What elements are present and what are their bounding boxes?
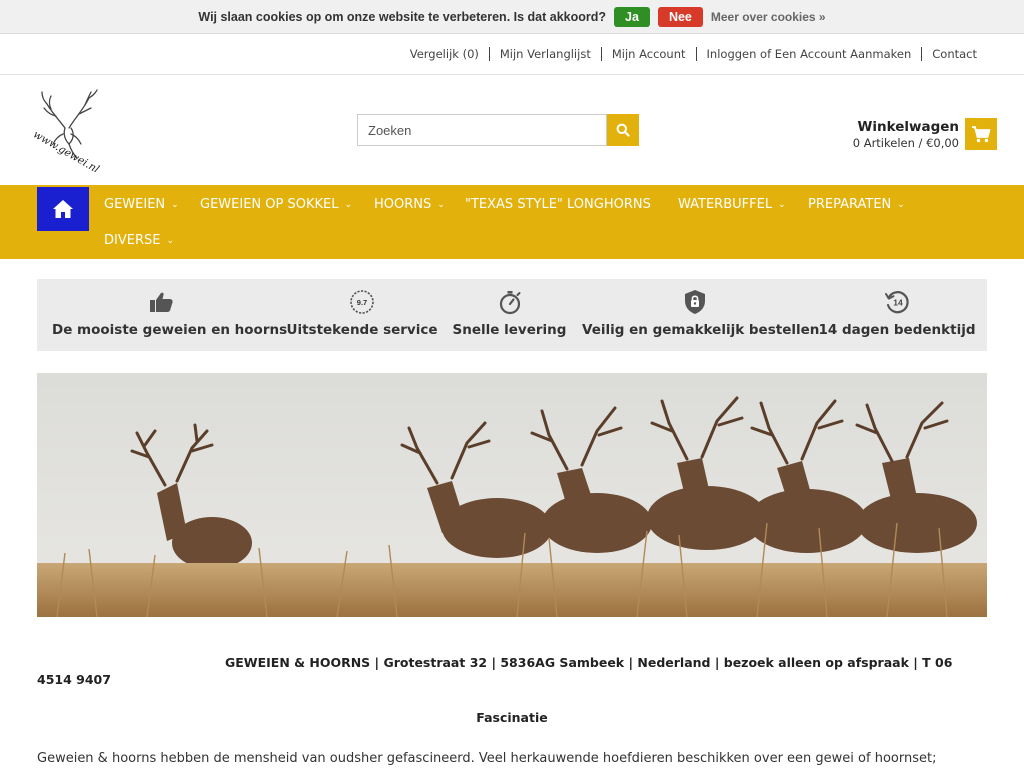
home-button[interactable]	[37, 187, 89, 231]
chevron-down-icon: ⌄	[166, 235, 174, 246]
site-logo[interactable]: www.gewei.nl	[25, 88, 109, 176]
return-14-icon: 14	[884, 289, 910, 315]
usp-item-delivery: Snelle levering	[447, 279, 572, 351]
usp-label: Uitstekende service	[286, 322, 438, 338]
main-nav: GEWEIEN ⌄ GEWEIEN OP SOKKEL ⌄ HOORNS ⌄ "TEX…	[0, 185, 1024, 259]
shopping-cart-icon	[972, 126, 991, 143]
login-register-link[interactable]: Inloggen of Een Account Aanmaken	[695, 47, 922, 61]
usp-item-service: 9.7 Uitstekende service	[282, 279, 442, 351]
usp-bar: De mooiste geweien en hoorns 9.7 Uitstek…	[37, 279, 987, 351]
thumbs-up-icon	[149, 289, 175, 315]
chevron-down-icon: ⌄	[437, 199, 445, 210]
wishlist-link[interactable]: Mijn Verlanglijst	[488, 47, 601, 61]
cookie-bar: Wij slaan cookies op om onze website te …	[0, 0, 1024, 34]
nav-item-texas-longhorns[interactable]: "TEXAS STYLE" LONGHORNS	[465, 197, 651, 212]
svg-text:14: 14	[893, 298, 903, 308]
nav-item-waterbuffel[interactable]: WATERBUFFEL ⌄	[678, 197, 786, 212]
business-address: GEWEIEN & HOORNS | Grotestraat 32 | 5836…	[37, 655, 953, 687]
cart-button[interactable]	[965, 118, 997, 150]
cart[interactable]: Winkelwagen 0 Artikelen / €0,00	[853, 118, 997, 150]
search-input[interactable]: Zoeken	[357, 114, 607, 146]
cart-text: Winkelwagen 0 Artikelen / €0,00	[853, 119, 959, 150]
usp-label: De mooiste geweien en hoorns	[52, 322, 288, 338]
shield-lock-icon	[682, 289, 708, 315]
cookie-decline-button[interactable]: Nee	[657, 6, 703, 27]
nav-item-label: WATERBUFFEL	[678, 197, 773, 212]
nav-item-label: GEWEIEN	[104, 197, 166, 212]
cookie-message: Wij slaan cookies op om onze website te …	[198, 9, 607, 24]
section-title: Fascinatie	[476, 710, 548, 725]
chevron-down-icon: ⌄	[778, 199, 786, 210]
usp-item-cooling-off: 14 14 dagen bedenktijd	[812, 279, 982, 351]
usp-label: 14 dagen bedenktijd	[818, 322, 976, 338]
nav-item-label: "TEXAS STYLE" LONGHORNS	[465, 197, 651, 212]
nav-item-diverse[interactable]: DIVERSE ⌄	[104, 233, 174, 248]
stag-logo-icon: www.gewei.nl	[31, 89, 101, 176]
top-links: Vergelijk (0) Mijn Verlanglijst Mijn Acc…	[0, 34, 1024, 75]
svg-text:9.7: 9.7	[357, 298, 367, 307]
rating-badge-icon: 9.7	[349, 289, 375, 315]
cart-title: Winkelwagen	[857, 119, 959, 135]
usp-label: Snelle levering	[452, 322, 567, 338]
nav-item-label: HOORNS	[374, 197, 432, 212]
header: www.gewei.nl Zoeken Winkelwagen 0 Artike…	[0, 75, 1024, 185]
account-link[interactable]: Mijn Account	[600, 47, 696, 61]
usp-item-secure-ordering: Veilig en gemakkelijk bestellen	[582, 279, 820, 351]
nav-item-label: PREPARATEN	[808, 197, 892, 212]
chevron-down-icon: ⌄	[344, 199, 353, 210]
search-bar: Zoeken	[357, 114, 639, 146]
search-button[interactable]	[607, 114, 639, 146]
more-about-cookies-link[interactable]: Meer over cookies »	[711, 10, 826, 24]
home-icon	[53, 200, 73, 218]
intro-paragraph: Geweien & hoorns hebben de mensheid van …	[37, 751, 937, 766]
cookie-accept-button[interactable]: Ja	[614, 6, 650, 27]
search-icon	[616, 123, 630, 137]
nav-item-preparaten[interactable]: PREPARATEN ⌄	[808, 197, 905, 212]
nav-item-label: GEWEIEN OP SOKKEL	[200, 197, 339, 212]
nav-item-geweien-op-sokkel[interactable]: GEWEIEN OP SOKKEL ⌄	[200, 197, 352, 212]
usp-item-best-antlers: De mooiste geweien en hoorns	[52, 279, 288, 351]
svg-text:www.gewei.nl: www.gewei.nl	[31, 128, 101, 172]
compare-link[interactable]: Vergelijk (0)	[400, 47, 489, 61]
chevron-down-icon: ⌄	[171, 199, 179, 210]
contact-link[interactable]: Contact	[921, 47, 987, 61]
nav-item-geweien[interactable]: GEWEIEN ⌄	[104, 197, 179, 212]
stopwatch-icon	[497, 289, 523, 315]
nav-item-hoorns[interactable]: HOORNS ⌄	[374, 197, 445, 212]
deer-herd-image	[37, 373, 987, 617]
chevron-down-icon: ⌄	[897, 199, 905, 210]
nav-item-label: DIVERSE	[104, 233, 161, 248]
hero-banner-image[interactable]	[37, 373, 987, 617]
usp-label: Veilig en gemakkelijk bestellen	[582, 322, 820, 338]
cart-summary: 0 Artikelen / €0,00	[852, 136, 959, 150]
